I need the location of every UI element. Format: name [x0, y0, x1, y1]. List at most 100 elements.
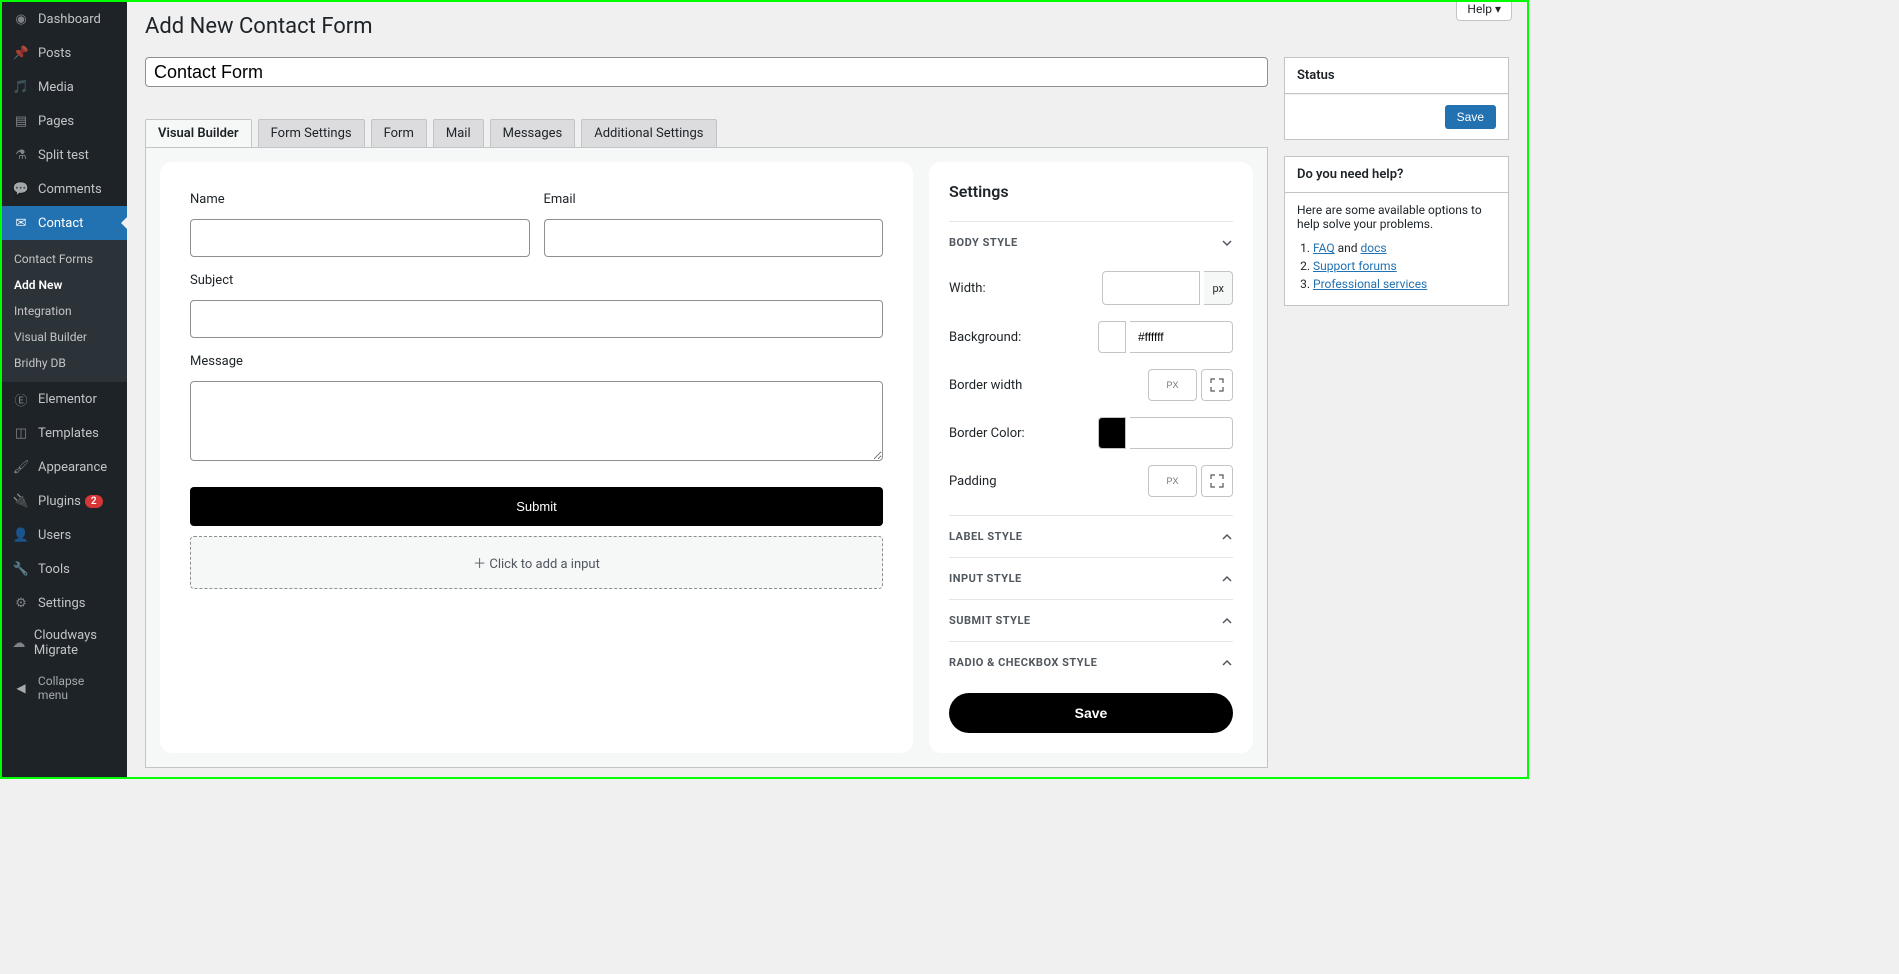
name-input[interactable]: [190, 219, 530, 257]
submenu-item-integration[interactable]: Integration: [2, 298, 127, 324]
sidebar-item-label: Cloudways Migrate: [34, 628, 119, 658]
save-form-button[interactable]: Save: [1445, 105, 1496, 129]
tab-visual-builder[interactable]: Visual Builder: [145, 119, 252, 147]
accordion-label-style[interactable]: LABEL STYLE: [949, 515, 1233, 557]
plug-icon: 🔌: [12, 492, 30, 510]
settings-title: Settings: [949, 182, 1233, 201]
accordion-submit-style[interactable]: SUBMIT STYLE: [949, 599, 1233, 641]
sidebar-item-tools[interactable]: 🔧Tools: [2, 552, 127, 586]
border-width-label: Border width: [949, 378, 1022, 393]
accordion-label: LABEL STYLE: [949, 530, 1022, 543]
sidebar-item-contact[interactable]: ✉Contact: [2, 206, 127, 240]
sidebar-item-label: Users: [38, 528, 71, 543]
comment-icon: 💬: [12, 180, 30, 198]
help-label: Help: [1467, 2, 1492, 16]
templates-icon: ◫: [12, 424, 30, 442]
help-tab[interactable]: Help ▾: [1456, 2, 1512, 21]
accordion-label: INPUT STYLE: [949, 572, 1022, 585]
user-icon: 👤: [12, 526, 30, 544]
help-box: Do you need help? Here are some availabl…: [1284, 156, 1509, 306]
media-icon: 🎵: [12, 78, 30, 96]
sidebar-item-comments[interactable]: 💬Comments: [2, 172, 127, 206]
add-input-label: Click to add a input: [489, 557, 599, 572]
field-email: Email: [544, 192, 884, 257]
tab-form[interactable]: Form: [371, 119, 427, 147]
sidebar-item-media[interactable]: 🎵 Media: [2, 70, 127, 104]
tab-form-settings[interactable]: Form Settings: [258, 119, 365, 147]
background-swatch[interactable]: [1098, 321, 1126, 353]
padding-input[interactable]: [1148, 465, 1197, 497]
chevron-down-icon: ▾: [1495, 2, 1501, 16]
submit-button[interactable]: Submit: [190, 487, 883, 526]
name-label: Name: [190, 192, 530, 207]
tab-additional-settings[interactable]: Additional Settings: [581, 119, 716, 147]
border-color-input[interactable]: [1130, 417, 1233, 449]
docs-link[interactable]: docs: [1361, 241, 1387, 255]
help-title: Do you need help?: [1285, 157, 1508, 193]
accordion-label: BODY STYLE: [949, 236, 1018, 249]
add-input-button[interactable]: ＋ Click to add a input: [190, 536, 883, 589]
submenu-item-bridhy-db[interactable]: Bridhy DB: [2, 350, 127, 376]
tab-mail[interactable]: Mail: [433, 119, 484, 147]
tab-body: Name Email Subject: [145, 147, 1268, 768]
sidebar-item-appearance[interactable]: 🖌 Appearance: [2, 450, 127, 484]
message-textarea[interactable]: [190, 381, 883, 461]
form-title-input[interactable]: [145, 57, 1268, 87]
sidebar-item-label: Split test: [38, 148, 89, 163]
submenu-item-contact-forms[interactable]: Contact Forms: [2, 246, 127, 272]
collapse-label: Collapse menu: [38, 674, 117, 702]
accordion-body-content: Width: px Background:: [949, 263, 1233, 515]
save-settings-button[interactable]: Save: [949, 693, 1233, 733]
sidebar-item-settings[interactable]: ⚙Settings: [2, 586, 127, 620]
sidebar-item-templates[interactable]: ◫ Templates: [2, 416, 127, 450]
padding-label: Padding: [949, 474, 997, 489]
sidebar-item-label: Tools: [38, 562, 70, 577]
sidebar-item-plugins[interactable]: 🔌Plugins2: [2, 484, 127, 518]
accordion-body-style[interactable]: BODY STYLE: [949, 221, 1233, 263]
sidebar-item-cloudways[interactable]: ☁Cloudways Migrate: [2, 620, 127, 666]
sidebar-item-label: Media: [38, 80, 74, 95]
sidebar-item-label: Contact: [38, 216, 83, 231]
support-link[interactable]: Support forums: [1313, 259, 1397, 273]
sidebar-item-pages[interactable]: ▤Pages: [2, 104, 127, 138]
faq-link[interactable]: FAQ: [1313, 241, 1335, 255]
sidebar-item-dashboard[interactable]: ◉Dashboard: [2, 2, 127, 36]
subject-input[interactable]: [190, 300, 883, 338]
accordion-input-style[interactable]: INPUT STYLE: [949, 557, 1233, 599]
border-width-input[interactable]: [1148, 369, 1197, 401]
sidebar-item-posts[interactable]: 📌Posts: [2, 36, 127, 70]
sidebar-item-label: Templates: [38, 426, 99, 441]
sidebar-item-label: Posts: [38, 46, 71, 61]
sidebar-item-users[interactable]: 👤 Users: [2, 518, 127, 552]
sidebar-item-split-test[interactable]: ⚗Split test: [2, 138, 127, 172]
collapse-menu[interactable]: ◀ Collapse menu: [2, 666, 127, 710]
border-color-swatch[interactable]: [1098, 417, 1126, 449]
accordion-label: RADIO & CHECKBOX STYLE: [949, 656, 1097, 669]
chevron-down-icon: [1221, 237, 1233, 249]
accordion-radio-style[interactable]: RADIO & CHECKBOX STYLE: [949, 641, 1233, 683]
email-input[interactable]: [544, 219, 884, 257]
pro-link[interactable]: Professional services: [1313, 277, 1427, 291]
width-unit[interactable]: px: [1204, 271, 1233, 305]
help-item-support: Support forums: [1313, 259, 1496, 273]
width-label: Width:: [949, 281, 986, 296]
submenu-item-add-new[interactable]: Add New: [2, 272, 127, 298]
help-intro: Here are some available options to help …: [1297, 203, 1496, 231]
expand-icon: [1210, 378, 1224, 392]
sidebar-item-elementor[interactable]: ⒺElementor: [2, 382, 127, 416]
brush-icon: 🖌: [12, 458, 30, 476]
collapse-icon: ◀: [12, 679, 30, 697]
width-input[interactable]: [1102, 271, 1200, 305]
background-input[interactable]: [1130, 321, 1233, 353]
submenu-item-visual-builder[interactable]: Visual Builder: [2, 324, 127, 350]
tab-messages[interactable]: Messages: [490, 119, 576, 147]
subject-label: Subject: [190, 273, 883, 288]
expand-padding[interactable]: [1201, 465, 1233, 497]
dashboard-icon: ◉: [12, 10, 30, 28]
email-label: Email: [544, 192, 884, 207]
sidebar-submenu: Contact Forms Add New Integration Visual…: [2, 240, 127, 382]
main-content: Help ▾ Add New Contact Form Visual Build…: [127, 2, 1527, 777]
sidebar-item-label: Appearance: [38, 460, 107, 475]
help-item-faq: FAQ and docs: [1313, 241, 1496, 255]
expand-border-width[interactable]: [1201, 369, 1233, 401]
